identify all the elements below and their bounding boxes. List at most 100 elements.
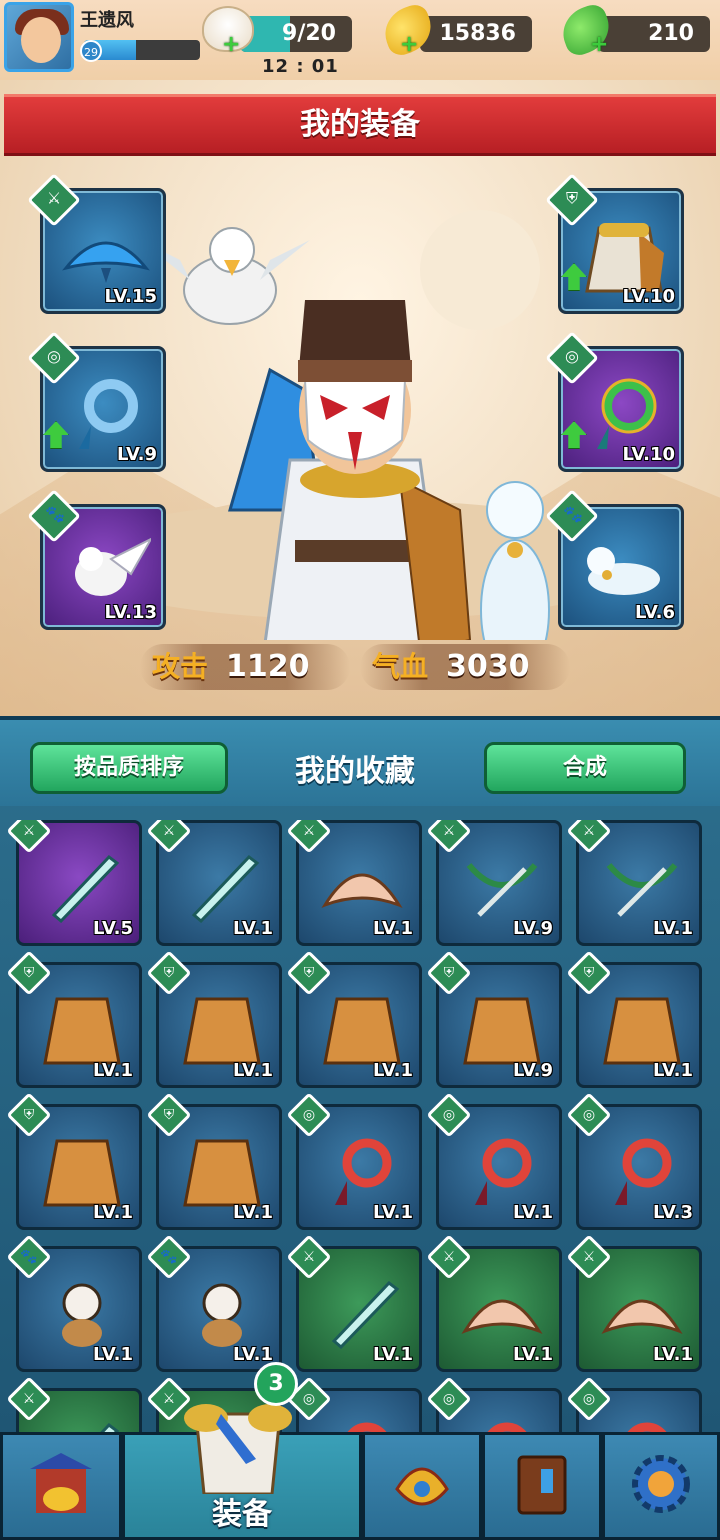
equip-slot-accessory[interactable]: ◎ LV.10 (545, 331, 684, 472)
slot-level: LV.15 (104, 286, 158, 307)
weapon-type-icon: ⚔ (582, 823, 596, 839)
tab-codex[interactable] (482, 1432, 602, 1540)
equip-slot-pet-right[interactable]: 🐾 LV.6 (545, 489, 684, 630)
owl-icon (75, 537, 151, 596)
jade-pendant-icon (335, 1138, 392, 1205)
collection-item[interactable]: ⚔ LV.1 (566, 1234, 702, 1372)
merge-button[interactable]: 合成 (484, 742, 686, 794)
player-avatar[interactable] (4, 2, 74, 72)
accessory-type-icon: ◎ (442, 1107, 456, 1123)
equipment-panel: 我的装备 ⚔ LV.15 ◎ LV.9 🐾 LV.13 ⛨ LV.10 ◎ LV… (0, 80, 720, 716)
collection-grid[interactable]: ⚔ LV.5 ⚔ LV.1 ⚔ LV.1 ⚔ LV.9 ⚔ LV.1 ⛨ LV.1 ⛨ LV.1 ⛨ LV.1… (0, 820, 720, 1432)
weapon-type-icon: ⚔ (582, 1249, 596, 1265)
avatar-face (21, 17, 61, 63)
slot-level: LV.13 (104, 602, 158, 623)
equip-slot-armor[interactable]: ⛨ LV.10 (545, 173, 684, 314)
robe-icon (585, 223, 664, 293)
item-level: LV.1 (513, 1344, 553, 1365)
collection-item[interactable]: ◎ LV.1 (426, 1092, 562, 1230)
weapon-type-icon: ⚔ (22, 823, 36, 839)
weapon-type-icon: ⚔ (302, 823, 316, 839)
tab-settings[interactable] (602, 1432, 720, 1540)
collection-item[interactable]: ⛨ LV.9 (426, 950, 562, 1088)
character-model[interactable] (120, 180, 580, 640)
ring-type-icon: ◎ (565, 346, 579, 366)
item-level: LV.1 (93, 1060, 133, 1081)
collection-item[interactable]: ⚔ LV.1 (286, 820, 422, 946)
jade-sword-icon (191, 854, 260, 923)
armor-type-icon: ⛨ (163, 965, 175, 981)
collection-item[interactable]: ⚔ LV.1 (146, 820, 282, 946)
add-leaf-button[interactable]: + (590, 34, 608, 56)
item-level: LV.1 (233, 918, 273, 939)
collection-item[interactable]: ⚔ (6, 1376, 142, 1432)
leaf-counter: 210 (598, 16, 710, 52)
collection-item[interactable]: ⚔ LV.1 (566, 820, 702, 946)
green-robe-icon (183, 1139, 261, 1207)
collection-item[interactable]: 🐾 LV.1 (6, 1234, 142, 1372)
clock-time: 12 : 01 (262, 56, 339, 77)
attack-stat: 攻击 1120 (140, 644, 350, 690)
orange-robe-icon (43, 997, 121, 1065)
player-level-badge: 29 (80, 40, 102, 62)
armor-type-icon: ⛨ (443, 965, 455, 981)
ring-type-icon: ◎ (47, 346, 61, 366)
monkey-pet-icon (62, 1283, 102, 1347)
item-level: LV.1 (373, 1344, 413, 1365)
fan-icon (62, 241, 150, 283)
collection-item[interactable]: ⚔ LV.5 (6, 820, 142, 946)
weapon-type-icon: ⚔ (22, 1391, 36, 1407)
orange-robe-icon (183, 997, 261, 1065)
crossbow-icon (606, 863, 678, 917)
gear-icon (632, 1455, 690, 1513)
collection-item[interactable]: ⛨ LV.1 (146, 1092, 282, 1230)
collection-item[interactable]: ⛨ LV.1 (566, 950, 702, 1088)
collection-item[interactable]: ◎ (426, 1376, 562, 1432)
sort-by-quality-button[interactable]: 按品质排序 (30, 742, 228, 794)
collection-item[interactable]: ⚔ LV.1 (286, 1234, 422, 1372)
folding-fan-icon (461, 1299, 543, 1334)
collection-item[interactable]: ⛨ LV.1 (6, 1092, 142, 1230)
bottom-nav: 装备 (0, 1432, 720, 1540)
equip-slot-necklace[interactable]: ◎ LV.9 (27, 331, 166, 472)
collection-item[interactable]: ◎ (286, 1376, 422, 1432)
add-energy-button[interactable]: + (222, 34, 240, 56)
jade-pendant-icon (347, 1422, 387, 1432)
collection-item[interactable]: ⛨ LV.1 (146, 950, 282, 1088)
collection-item[interactable]: 🐾 LV.1 (146, 1234, 282, 1372)
collection-item[interactable]: ⛨ LV.1 (6, 950, 142, 1088)
collection-item[interactable]: ⚔ LV.1 (426, 1234, 562, 1372)
accessory-type-icon: ◎ (442, 1391, 456, 1407)
blue-cloak-icon (323, 997, 401, 1065)
leaf-value: 210 (648, 21, 694, 46)
item-level: LV.1 (233, 1202, 273, 1223)
player-name: 王遗风 (80, 10, 134, 31)
item-level: LV.1 (373, 918, 413, 939)
equipment-title: 我的装备 (300, 107, 420, 142)
equip-slot-pet-left[interactable]: 🐾 LV.13 (27, 489, 166, 630)
item-level: LV.1 (653, 918, 693, 939)
armor-type-icon: ⛨ (23, 965, 35, 981)
collection-item[interactable]: ◎ LV.1 (286, 1092, 422, 1230)
collection-header: 按品质排序 我的收藏 合成 (0, 720, 720, 806)
attack-label: 攻击 (152, 650, 209, 683)
ferret-icon (587, 547, 660, 595)
pet-type-icon: 🐾 (20, 1249, 38, 1265)
item-level: LV.1 (653, 1060, 693, 1081)
equip-slot-weapon[interactable]: ⚔ LV.15 (27, 173, 166, 314)
accessory-type-icon: ◎ (582, 1391, 596, 1407)
gold-dragon-pendant-icon (615, 1138, 672, 1205)
collection-title: 我的收藏 (295, 754, 415, 789)
fan-icon (321, 873, 403, 908)
add-gold-button[interactable]: + (400, 34, 418, 56)
tab-shop[interactable] (0, 1432, 122, 1540)
item-level: LV.1 (653, 1344, 693, 1365)
collection-item[interactable]: ◎ (566, 1376, 702, 1432)
collection-item[interactable]: ⚔ LV.9 (426, 820, 562, 946)
tab-skills[interactable] (362, 1432, 482, 1540)
weapon-type-icon: ⚔ (302, 1249, 316, 1265)
collection-item[interactable]: ⛨ LV.1 (286, 950, 422, 1088)
slot-level: LV.6 (635, 602, 675, 623)
collection-item[interactable]: ◎ LV.3 (566, 1092, 702, 1230)
gold-counter: 15836 (420, 16, 532, 52)
